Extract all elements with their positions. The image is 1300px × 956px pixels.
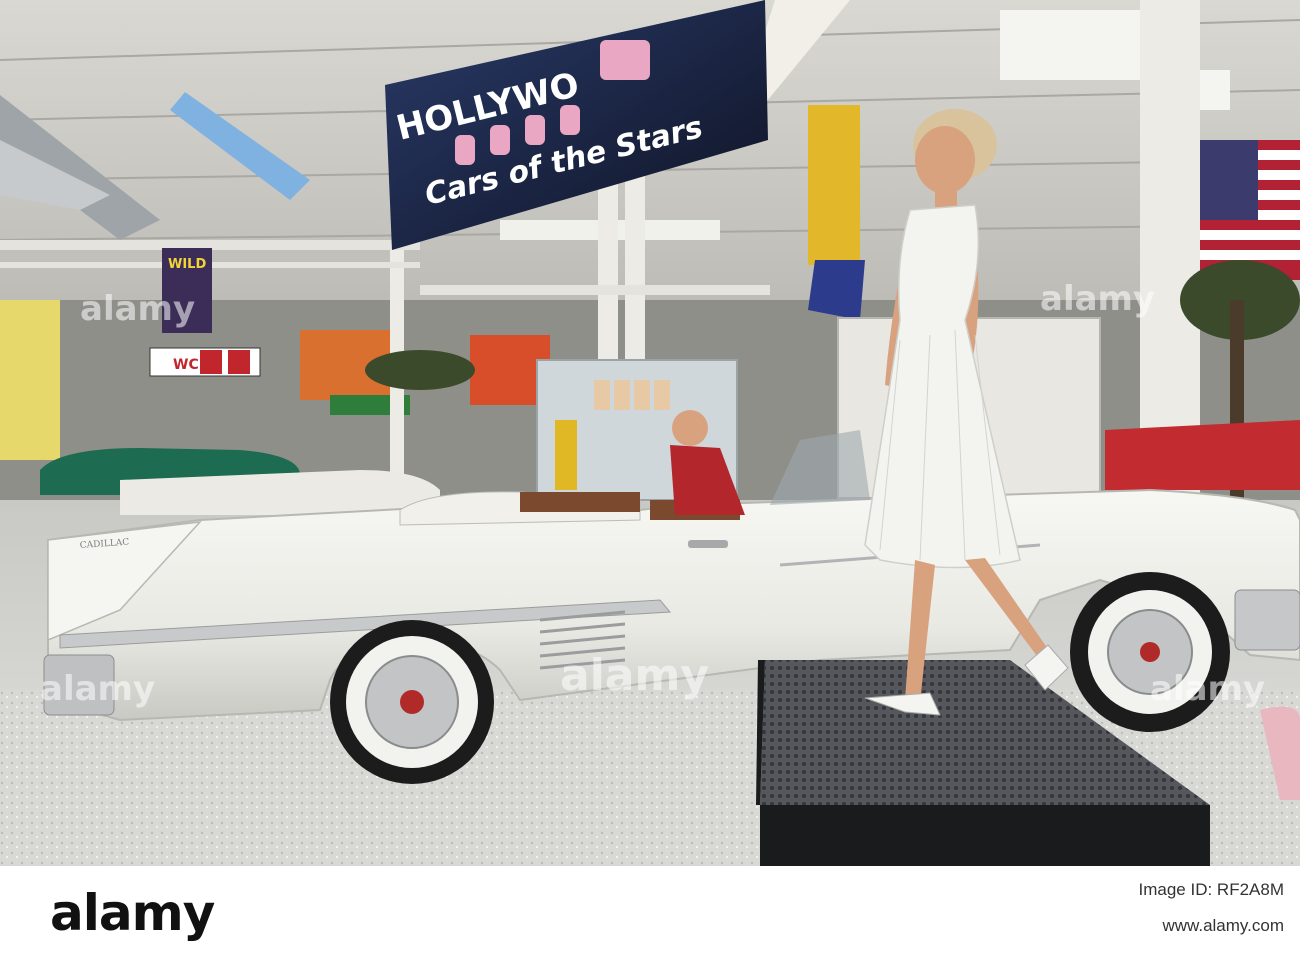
- alamy-logo: alamy: [50, 884, 215, 942]
- wc-woman-icon: [228, 350, 250, 374]
- american-flag: [1200, 140, 1300, 280]
- yellow-dress: [555, 420, 577, 490]
- stock-footer: alamy Image ID: RF2A8M www.alamy.com: [0, 866, 1300, 956]
- window-area: [0, 300, 60, 460]
- catwalk: [420, 285, 770, 295]
- wc-man-icon: [200, 350, 222, 374]
- watermark: alamy: [80, 289, 195, 329]
- wc-sign: WC: [149, 347, 261, 377]
- wild-label: WILD: [168, 257, 206, 272]
- watermark: alamy: [1150, 669, 1265, 709]
- watermark: alamy: [560, 650, 709, 701]
- watermark: alamy: [40, 669, 155, 709]
- yellow-plane: [808, 260, 865, 320]
- rear-wheel: [330, 620, 494, 784]
- wc-label: WC: [173, 357, 199, 373]
- pillar: [1140, 0, 1200, 500]
- photo: HOLLYWO Cars of the Stars WC WILD CADILL…: [0, 0, 1300, 866]
- leather-seat: [520, 492, 640, 512]
- site-url: www.alamy.com: [1162, 916, 1284, 935]
- red-car: [1105, 420, 1300, 490]
- yellow-plane: [808, 105, 860, 265]
- skylight: [1000, 10, 1140, 80]
- image-id: Image ID: RF2A8M: [1138, 880, 1285, 899]
- watermark: alamy: [1040, 279, 1155, 319]
- museum-scene: HOLLYWO Cars of the Stars WC WILD CADILL…: [0, 0, 1300, 866]
